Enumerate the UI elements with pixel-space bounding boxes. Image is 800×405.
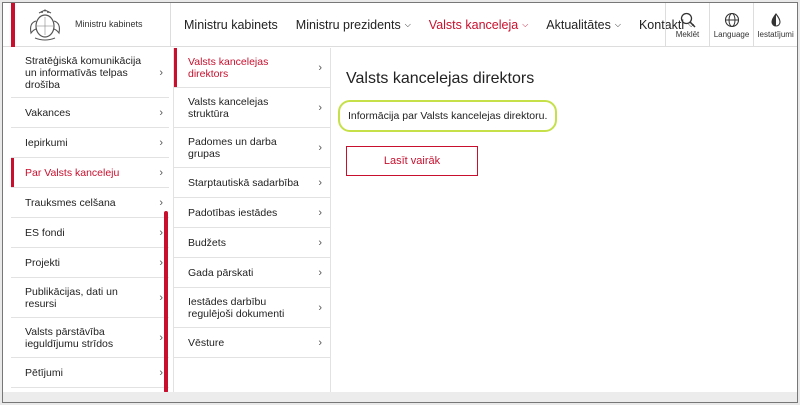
search-icon — [680, 12, 696, 28]
language-button[interactable]: Language — [709, 3, 753, 47]
chevron-right-icon: › — [318, 101, 322, 114]
chevron-right-icon: › — [318, 336, 322, 349]
sidebar-item-label: Publikācijas, dati un resursi — [25, 285, 118, 310]
sidebar-primary: Stratēģiskā komunikācija un informatīvās… — [11, 48, 169, 388]
brand-name[interactable]: Ministru kabinets — [75, 19, 143, 29]
search-button[interactable]: Meklēt — [665, 3, 709, 47]
subnav-item-label: Budžets — [188, 236, 226, 249]
main-content: Valsts kancelejas direktors Informācija … — [338, 48, 786, 176]
chevron-right-icon: › — [159, 66, 163, 79]
chevron-down-icon: ⌵ — [522, 20, 529, 29]
sidebar-item-strategiska-komunikacija[interactable]: Stratēģiskā komunikācija un informatīvās… — [11, 48, 169, 98]
nav-aktualitates[interactable]: Aktualitātes ⌵ — [546, 18, 621, 32]
chevron-down-icon: ⌵ — [404, 20, 411, 29]
nav-valsts-kanceleja[interactable]: Valsts kanceleja ⌵ — [429, 18, 528, 32]
contrast-drop-icon — [770, 12, 781, 27]
sidebar-item-label: Iepirkumi — [25, 136, 68, 149]
subnav-item-starptautiska-sadarbiba[interactable]: Starptautiskā sadarbība › — [174, 168, 330, 198]
sidebar-item-es-fondi[interactable]: ES fondi › — [11, 218, 169, 248]
sidebar-item-label: ES fondi — [25, 226, 65, 239]
globe-icon — [724, 12, 739, 27]
sidebar-item-projekti[interactable]: Projekti › — [11, 248, 169, 278]
subnav-item-label: Valsts kancelejas struktūra — [188, 95, 269, 120]
coat-of-arms-logo[interactable] — [25, 9, 65, 41]
chevron-right-icon: › — [318, 141, 322, 154]
site-header: Ministru kabinets Ministru kabinets Mini… — [3, 3, 797, 47]
subnav-item-label: Vēsture — [188, 336, 225, 349]
nav-label: Ministru kabinets — [184, 18, 278, 32]
subnav-item-label: Starptautiskā sadarbība — [188, 176, 299, 189]
chevron-right-icon: › — [159, 136, 163, 149]
chevron-right-icon: › — [318, 236, 322, 249]
sidebar-item-trauksmes-celsana[interactable]: Trauksmes celšana › — [11, 188, 169, 218]
language-label: Language — [713, 29, 750, 39]
nav-label: Aktualitātes — [546, 18, 611, 32]
chevron-right-icon: › — [159, 226, 163, 239]
subnav-item-direktors[interactable]: Valsts kancelejas direktors › — [174, 48, 330, 88]
sidebar-item-label: Projekti — [25, 256, 61, 269]
sidebar-item-par-valsts-kanceleju[interactable]: Par Valsts kanceleju › — [11, 158, 169, 188]
subnav-item-label: Padotības iestādes — [188, 206, 278, 219]
settings-button[interactable]: Iestatījumi — [753, 3, 797, 47]
subnav-item-dokumenti[interactable]: Iestādes darbību regulējoši dokumenti › — [174, 288, 330, 328]
read-more-button[interactable]: Lasīt vairāk — [346, 146, 478, 176]
subnav-item-vesture[interactable]: Vēsture › — [174, 328, 330, 358]
chevron-right-icon: › — [159, 256, 163, 269]
info-text: Informācija par Valsts kancelejas direkt… — [338, 100, 558, 132]
sidebar-item-label: Pētījumi — [25, 366, 63, 379]
sidebar-scrollbar[interactable] — [164, 211, 168, 393]
subnav-item-padomes[interactable]: Padomes un darba grupas › — [174, 128, 330, 168]
page-bottom — [3, 392, 797, 402]
sidebar-item-valsts-parstaviba[interactable]: Valsts pārstāvība ieguldījumu strīdos › — [11, 318, 169, 358]
nav-ministru-prezidents[interactable]: Ministru prezidents ⌵ — [296, 18, 411, 32]
sidebar-secondary: Valsts kancelejas direktors › Valsts kanc… — [173, 48, 331, 402]
sidebar-item-label: Valsts pārstāvība ieguldījumu strīdos — [25, 325, 114, 350]
sidebar-item-label: Vakances — [25, 106, 71, 119]
chevron-right-icon: › — [159, 166, 163, 179]
subnav-item-budzets[interactable]: Budžets › — [174, 228, 330, 258]
chevron-down-icon: ⌵ — [614, 20, 621, 29]
browser-frame: Ministru kabinets Ministru kabinets Mini… — [2, 2, 798, 403]
chevron-right-icon: › — [318, 301, 322, 314]
sidebar-item-petijumi[interactable]: Pētījumi › — [11, 358, 169, 388]
chevron-right-icon: › — [159, 106, 163, 119]
sidebar-item-vakances[interactable]: Vakances › — [11, 98, 169, 128]
nav-ministru-kabinets[interactable]: Ministru kabinets — [184, 18, 278, 32]
subnav-item-struktura[interactable]: Valsts kancelejas struktūra › — [174, 88, 330, 128]
subnav-item-gada-parskati[interactable]: Gada pārskati › — [174, 258, 330, 288]
search-label: Meklēt — [675, 29, 700, 39]
chevron-right-icon: › — [318, 266, 322, 279]
subnav-item-padotibas-iestades[interactable]: Padotības iestādes › — [174, 198, 330, 228]
subnav-item-label: Gada pārskati — [188, 266, 254, 279]
chevron-right-icon: › — [159, 366, 163, 379]
chevron-right-icon: › — [318, 206, 322, 219]
main-nav: Ministru kabinets Ministru prezidents ⌵ V… — [184, 3, 712, 47]
settings-label: Iestatījumi — [757, 29, 794, 39]
brand-strip — [11, 3, 15, 47]
header-tools: Meklēt Language Iestatījumi — [665, 3, 797, 47]
chevron-right-icon: › — [159, 331, 163, 344]
header-divider — [170, 3, 171, 47]
sidebar-item-label: Stratēģiskā komunikācija un informatīvās… — [25, 54, 142, 91]
page-title: Valsts kancelejas direktors — [346, 70, 535, 87]
chevron-right-icon: › — [318, 61, 322, 74]
chevron-right-icon: › — [159, 196, 163, 209]
chevron-right-icon: › — [159, 291, 163, 304]
nav-label: Valsts kanceleja — [428, 18, 519, 32]
nav-label: Ministru prezidents — [295, 18, 401, 32]
chevron-right-icon: › — [318, 176, 322, 189]
subnav-item-label: Padomes un darba grupas — [188, 135, 277, 160]
sidebar-item-publikacijas[interactable]: Publikācijas, dati un resursi › — [11, 278, 169, 318]
subnav-item-label: Valsts kancelejas direktors — [188, 55, 269, 80]
sidebar-item-iepirkumi[interactable]: Iepirkumi › — [11, 128, 169, 158]
subnav-item-label: Iestādes darbību regulējoši dokumenti — [188, 295, 285, 320]
sidebar-item-label: Trauksmes celšana — [25, 196, 116, 209]
sidebar-item-label: Par Valsts kanceleju — [25, 166, 120, 179]
